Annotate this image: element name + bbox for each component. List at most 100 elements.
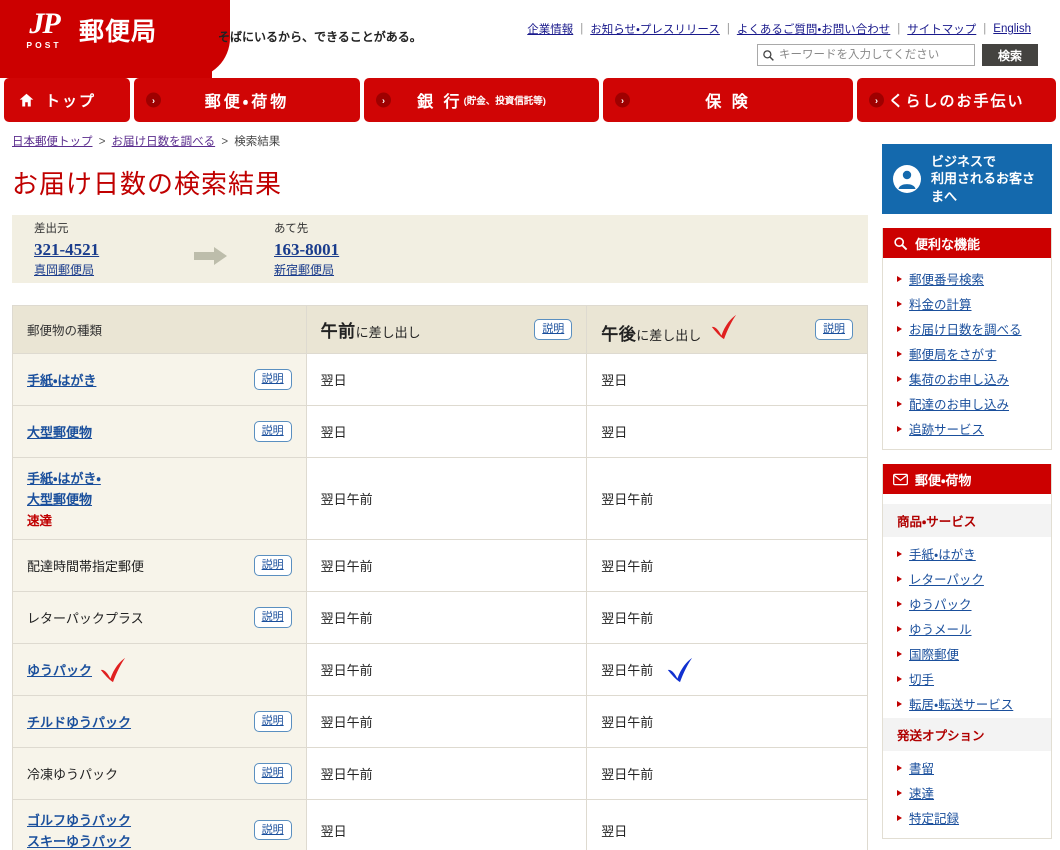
cell-mail-kind: ゆうパック bbox=[12, 643, 307, 696]
explain-button[interactable]: 説明 bbox=[253, 819, 292, 841]
mail-kind-link[interactable]: チルドゆうパック bbox=[27, 712, 131, 731]
breadcrumb-separator: > bbox=[98, 136, 106, 148]
util-link-faq[interactable]: よくあるご質問・お問い合わせ bbox=[730, 21, 897, 37]
cell-afternoon-result: 翌日 bbox=[586, 799, 868, 850]
explain-button[interactable]: 説明 bbox=[253, 763, 292, 784]
breadcrumb-item-delivery-days[interactable]: お届け日数を調べる bbox=[112, 136, 216, 148]
explain-button-afternoon[interactable]: 説明 bbox=[815, 319, 853, 340]
util-link-corporate[interactable]: 企業情報 bbox=[520, 21, 580, 37]
sidebar-link[interactable]: 国際郵便 bbox=[909, 644, 959, 663]
util-link-sitemap[interactable]: サイトマップ bbox=[900, 21, 983, 37]
cell-mail-kind: レターパックプラス 説明 bbox=[12, 591, 307, 644]
bullet-icon bbox=[897, 675, 902, 682]
sidebar-link[interactable]: 切手 bbox=[909, 669, 934, 688]
mail-kind-label: 冷凍ゆうパック bbox=[27, 767, 119, 782]
nav-item-bank[interactable]: › 銀 行 (貯金、投資信託等) bbox=[364, 78, 599, 122]
afternoon-value: 翌日午前 bbox=[601, 611, 654, 626]
red-check-icon bbox=[100, 657, 126, 682]
nav-item-insurance-label: 保 険 bbox=[705, 94, 751, 111]
list-item: レターパック bbox=[883, 566, 1051, 591]
page-title: お届け日数の検索結果 bbox=[12, 169, 283, 199]
mail-kind-link[interactable]: スキーゆうパック bbox=[27, 831, 131, 850]
sidebar-link[interactable]: 郵便局をさがす bbox=[909, 344, 997, 363]
sender-zip[interactable]: 321-4521 bbox=[34, 239, 194, 260]
explain-button[interactable]: 説明 bbox=[253, 607, 292, 628]
mail-kind-link[interactable]: ゆうパック bbox=[27, 660, 92, 679]
morning-value: 翌日午前 bbox=[320, 767, 373, 782]
explain-button[interactable]: 説明 bbox=[253, 369, 292, 390]
chevron-right-icon: › bbox=[376, 92, 391, 108]
cell-morning-result: 翌日午前 bbox=[305, 695, 588, 748]
list-item: 切手 bbox=[883, 666, 1051, 691]
list-item: 書留 bbox=[883, 755, 1051, 780]
explain-button[interactable]: 説明 bbox=[253, 711, 292, 732]
nav-item-life-support[interactable]: › くらしのお手伝い bbox=[857, 78, 1056, 122]
header-afternoon: 午後 に差し出し 説明 bbox=[586, 305, 868, 354]
mail-kind-link[interactable]: 手紙・はがき bbox=[27, 370, 96, 389]
explain-button[interactable]: 説明 bbox=[253, 421, 292, 442]
mail-kind-link[interactable]: ゴルフゆうパック bbox=[27, 810, 131, 829]
sidebar-link[interactable]: 集荷のお申し込み bbox=[909, 369, 1009, 388]
search-box[interactable] bbox=[757, 44, 975, 66]
cell-afternoon-result: 翌日午前 bbox=[586, 747, 868, 800]
recipient-block: あて先 163-8001 新宿郵便局 bbox=[274, 220, 434, 277]
cell-afternoon-result: 翌日 bbox=[586, 353, 868, 406]
business-banner-line1: ビジネスで bbox=[931, 153, 997, 169]
logo-title: 郵便局 bbox=[79, 18, 158, 46]
mail-kind-link[interactable]: 手紙・はがき・ bbox=[27, 468, 101, 487]
jp-post-logo-mark: JP POST bbox=[18, 9, 70, 55]
sender-office[interactable]: 真岡郵便局 bbox=[34, 261, 194, 278]
arrow-right-icon bbox=[194, 247, 227, 265]
afternoon-value: 翌日午前 bbox=[601, 559, 654, 574]
logo-post-text: POST bbox=[26, 40, 62, 50]
nav-item-life-support-label: くらしのお手伝い bbox=[888, 92, 1025, 110]
chevron-right-icon: › bbox=[615, 92, 630, 108]
header-afternoon-rest: に差し出し bbox=[636, 328, 702, 343]
sidebar-link[interactable]: 配達のお申し込み bbox=[909, 394, 1009, 413]
sidebar-link[interactable]: ゆうメール bbox=[909, 619, 972, 638]
mail-kind-link[interactable]: 大型郵便物 bbox=[27, 489, 101, 508]
afternoon-value: 翌日午前 bbox=[601, 492, 654, 507]
recipient-office[interactable]: 新宿郵便局 bbox=[274, 261, 434, 278]
sidebar-link[interactable]: 転居・転送サービス bbox=[909, 694, 1013, 713]
mail-kind-label: 配達時間帯指定郵便 bbox=[27, 559, 145, 574]
sidebar-link[interactable]: お届け日数を調べる bbox=[909, 319, 1022, 338]
nav-item-insurance[interactable]: › 保 険 bbox=[603, 78, 853, 122]
breadcrumb-item-home[interactable]: 日本郵便トップ bbox=[12, 136, 93, 148]
sidebar-link[interactable]: 書留 bbox=[909, 758, 934, 777]
morning-value: 翌日 bbox=[320, 823, 347, 839]
recipient-zip[interactable]: 163-8001 bbox=[274, 239, 434, 260]
sidebar-link[interactable]: 料金の計算 bbox=[909, 294, 972, 313]
sidebar-link[interactable]: レターパック bbox=[909, 569, 984, 588]
nav-item-top[interactable]: トップ bbox=[4, 78, 130, 122]
explain-button-morning[interactable]: 説明 bbox=[534, 319, 573, 340]
site-logo[interactable]: JP POST 郵便局 bbox=[18, 9, 157, 55]
table-row: レターパックプラス 説明 翌日午前 翌日午前 bbox=[12, 591, 868, 644]
list-item: 速達 bbox=[883, 780, 1051, 805]
sidebar-subheading: 発送オプション bbox=[883, 718, 1051, 751]
utility-links: 企業情報 | お知らせ・プレスリリース | よくあるご質問・お問い合わせ | サ… bbox=[520, 21, 1038, 37]
afternoon-value: 翌日 bbox=[601, 373, 628, 388]
cell-mail-kind: 配達時間帯指定郵便 説明 bbox=[12, 539, 307, 592]
search-submit-button[interactable]: 検索 bbox=[982, 44, 1038, 66]
sidebar: ビジネスで 利用されるお客さまへ 便利な機能 郵便番号検索 料金の計算 お届け日数を… bbox=[882, 122, 1052, 850]
bullet-icon bbox=[897, 300, 902, 307]
nav-item-mail[interactable]: › 郵便・荷物 bbox=[134, 78, 360, 122]
business-banner[interactable]: ビジネスで 利用されるお客さまへ bbox=[882, 144, 1052, 214]
search-input[interactable] bbox=[775, 45, 974, 65]
mail-kind-link[interactable]: 大型郵便物 bbox=[27, 422, 92, 441]
explain-button[interactable]: 説明 bbox=[253, 555, 292, 576]
envelope-icon bbox=[893, 473, 908, 485]
sidebar-link[interactable]: 郵便番号検索 bbox=[909, 269, 984, 288]
sidebar-link[interactable]: 速達 bbox=[909, 783, 934, 802]
util-link-english[interactable]: English bbox=[986, 23, 1038, 35]
sidebar-link[interactable]: 特定記録 bbox=[909, 808, 959, 827]
list-item: お届け日数を調べる bbox=[883, 316, 1051, 341]
util-link-news[interactable]: お知らせ・プレスリリース bbox=[583, 21, 727, 37]
bullet-icon bbox=[897, 325, 902, 332]
nav-item-top-label: トップ bbox=[45, 92, 97, 110]
cell-morning-result: 翌日午前 bbox=[305, 457, 588, 540]
sidebar-link[interactable]: 追跡サービス bbox=[909, 419, 984, 438]
sidebar-link[interactable]: ゆうパック bbox=[909, 594, 972, 613]
sidebar-link[interactable]: 手紙・はがき bbox=[909, 544, 976, 563]
